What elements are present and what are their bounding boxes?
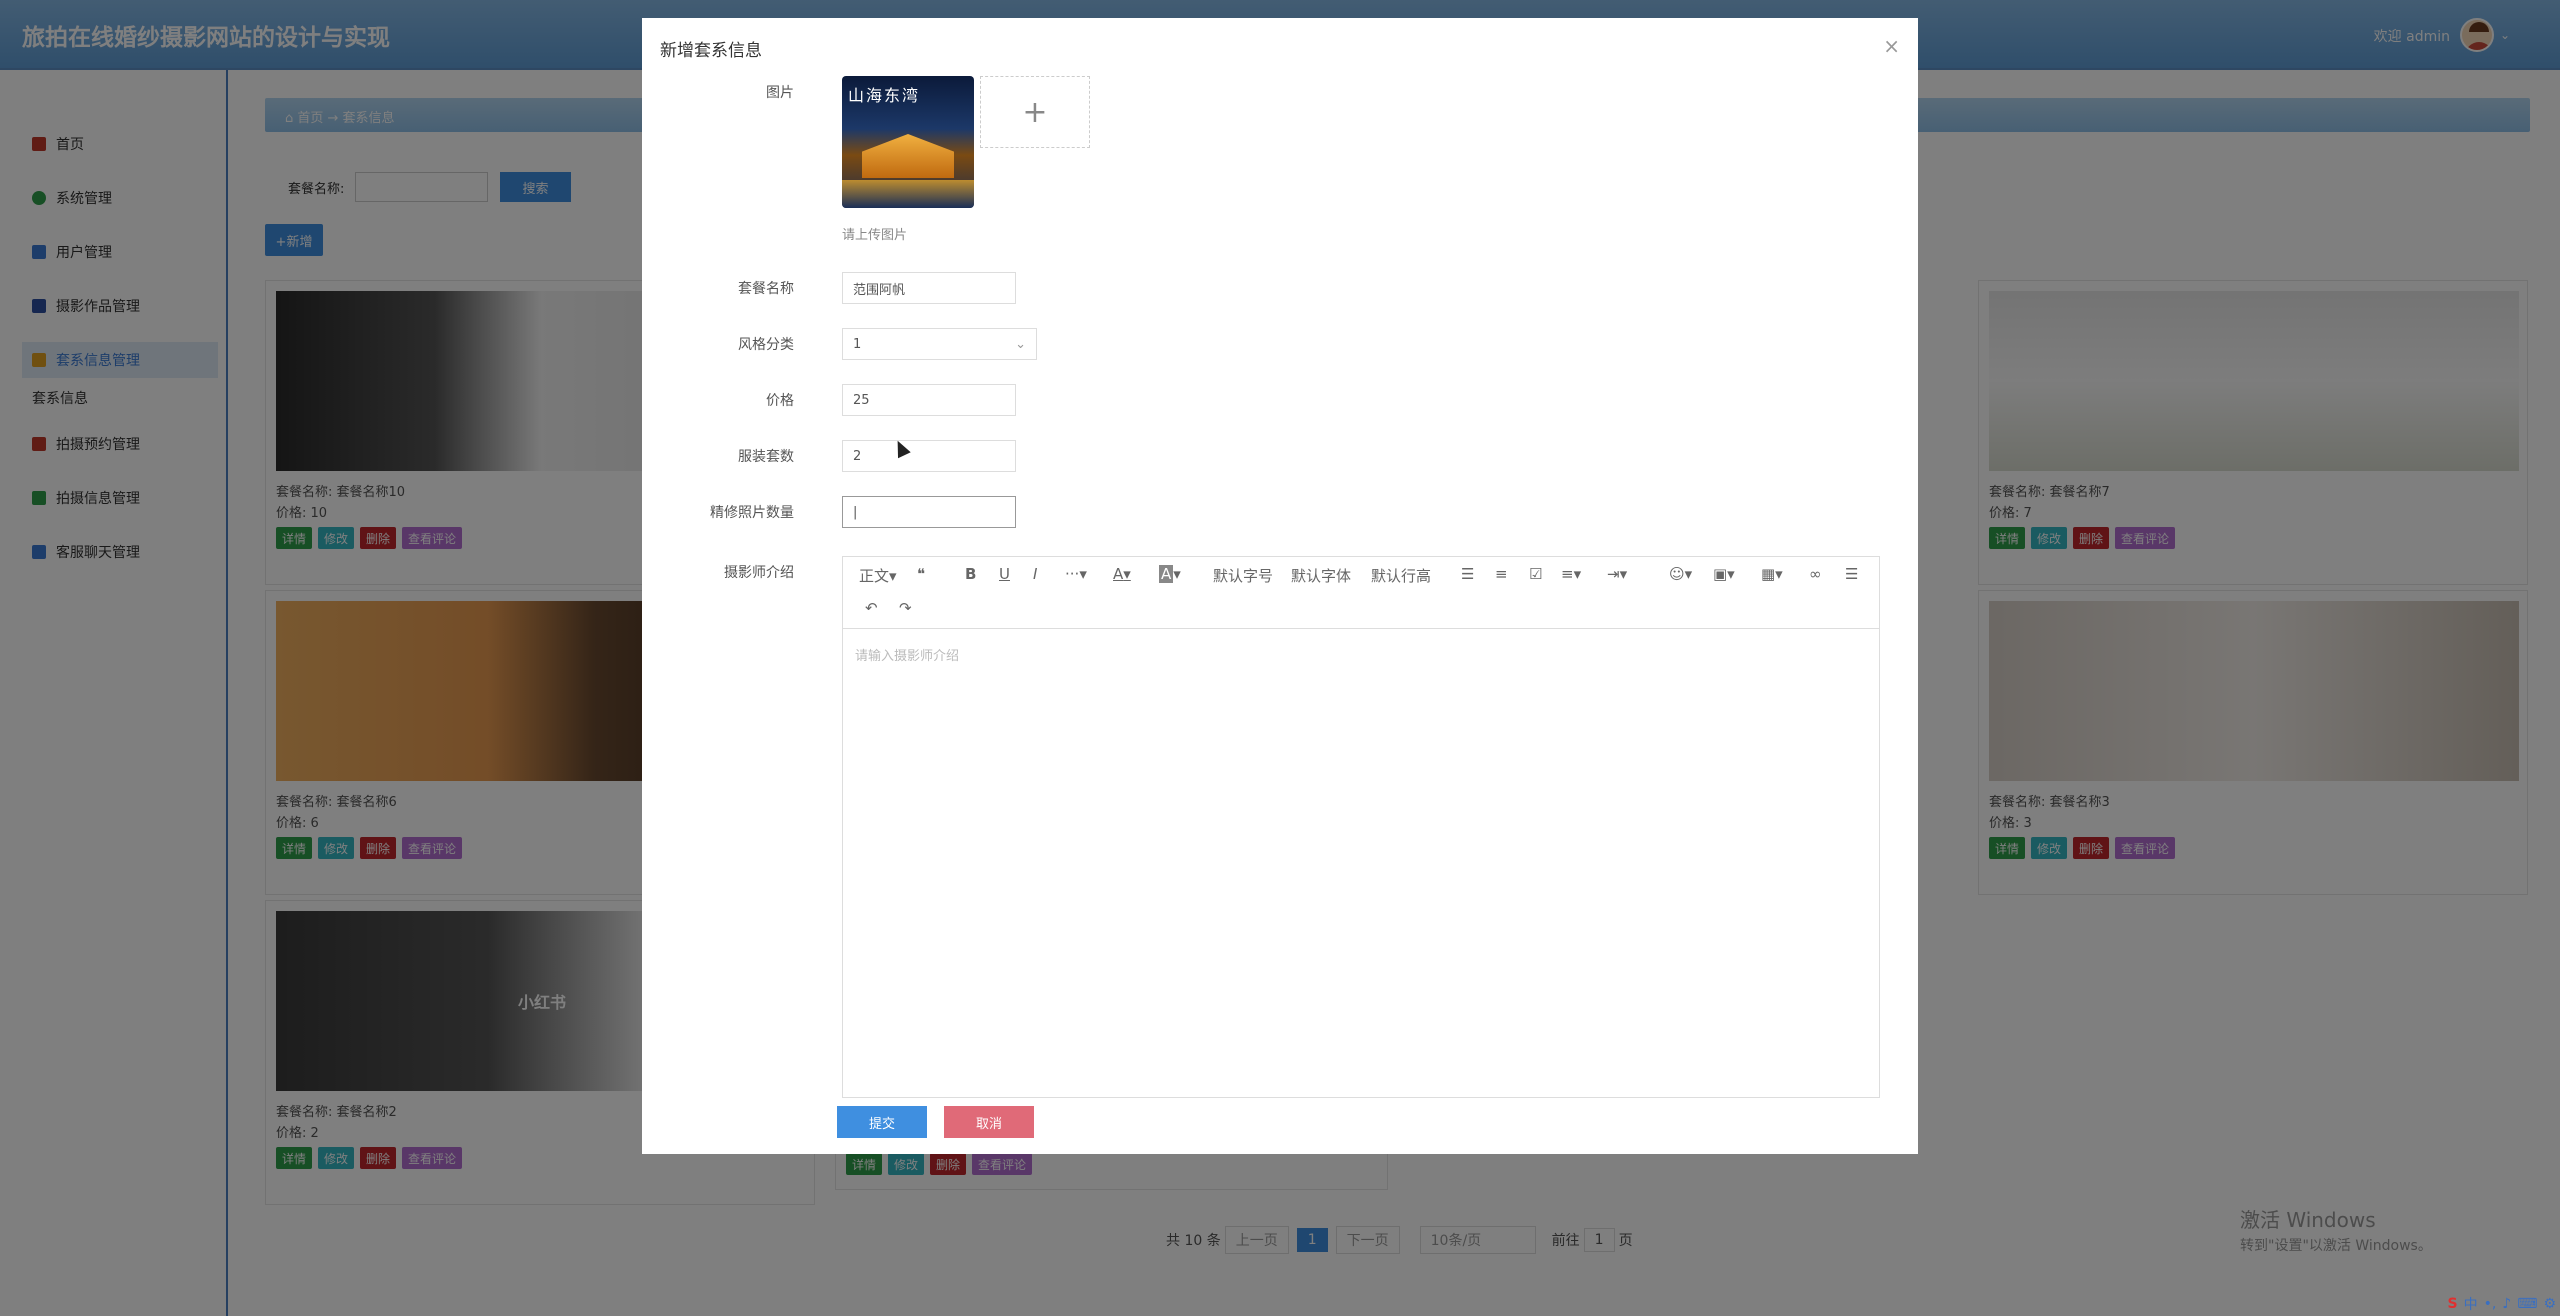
font-color-icon[interactable]: A▾	[1113, 565, 1131, 583]
font-size-select[interactable]: 默认字号	[1213, 565, 1273, 586]
keyboard-icon[interactable]: ⌨	[2517, 1296, 2537, 1312]
line-height-select[interactable]: 默认行高	[1371, 565, 1431, 586]
editor-toolbar: 正文▾ ❝ B U I ···▾ A▾ A ▾ 默认字号 默认字体 默认行高 ☰ …	[843, 557, 1879, 629]
add-package-dialog: 新增套系信息 × 图片 山海东湾 + 请上传图片 套餐名称 范围阿帆 风格分类 …	[642, 18, 1918, 1154]
font-family-select[interactable]: 默认字体	[1291, 565, 1351, 586]
image-label: 图片	[766, 85, 794, 101]
quote-icon[interactable]: ❝	[917, 565, 925, 583]
package-name-input[interactable]: 范围阿帆	[842, 272, 1016, 304]
numbered-list-icon[interactable]: ≡	[1495, 565, 1508, 583]
style-category-select[interactable]: 1 ⌄	[842, 328, 1037, 360]
cancel-button[interactable]: 取消	[944, 1106, 1034, 1138]
italic-icon[interactable]: I	[1033, 565, 1037, 583]
more-label: ···	[1065, 565, 1080, 583]
font-color-label: A	[1113, 565, 1124, 583]
more-menu-icon[interactable]: ☰	[1845, 565, 1858, 583]
settings-icon[interactable]: ⚙	[2543, 1296, 2556, 1312]
image-building	[862, 134, 954, 178]
redo-icon[interactable]: ↷	[899, 599, 912, 617]
undo-icon[interactable]: ↶	[865, 599, 878, 617]
indent-icon[interactable]: ⇥▾	[1607, 565, 1627, 583]
plus-icon: +	[1022, 94, 1048, 130]
close-icon[interactable]: ×	[1883, 34, 1900, 58]
field-label: 风格分类	[738, 337, 794, 353]
editor-label: 摄影师介绍	[724, 565, 794, 581]
field-label: 精修照片数量	[710, 505, 794, 521]
underline-icon[interactable]: U	[999, 565, 1010, 583]
field-label: 套餐名称	[738, 281, 794, 297]
image-insert-icon[interactable]: ▣▾	[1713, 565, 1735, 583]
upload-button[interactable]: +	[980, 76, 1090, 148]
image-caption: 山海东湾	[848, 86, 921, 105]
punctuation-icon[interactable]: •,	[2484, 1296, 2497, 1312]
field-label: 服装套数	[738, 449, 794, 465]
microphone-icon[interactable]: ♪	[2502, 1296, 2511, 1312]
language-icon[interactable]: 中	[2464, 1294, 2478, 1314]
uploaded-image[interactable]: 山海东湾	[842, 76, 974, 208]
ime-icon[interactable]: S	[2447, 1296, 2457, 1312]
price-input[interactable]: 25	[842, 384, 1016, 416]
bg-color-label: A	[1159, 565, 1174, 583]
emoji-icon[interactable]: ☺▾	[1669, 565, 1692, 583]
heading-select[interactable]: 正文▾	[859, 565, 897, 586]
link-icon[interactable]: ∞	[1809, 565, 1822, 583]
system-tray: S 中 •, ♪ ⌨ ⚙	[2447, 1293, 2556, 1315]
chevron-down-icon: ⌄	[1015, 336, 1026, 352]
editor-placeholder[interactable]: 请输入摄影师介绍	[855, 645, 959, 664]
dialog-title: 新增套系信息	[660, 41, 762, 61]
retouched-photos-input[interactable]: |	[842, 496, 1016, 528]
select-value: 1	[853, 336, 862, 352]
upload-hint: 请上传图片	[842, 228, 908, 243]
todo-list-icon[interactable]: ☑	[1529, 565, 1542, 583]
align-icon[interactable]: ≡▾	[1561, 565, 1581, 583]
submit-button[interactable]: 提交	[837, 1106, 927, 1138]
image-water	[842, 180, 974, 208]
bg-color-icon[interactable]: A ▾	[1159, 565, 1181, 583]
bullet-list-icon[interactable]: ☰	[1461, 565, 1474, 583]
more-styles-icon[interactable]: ···▾	[1065, 565, 1087, 583]
bold-icon[interactable]: B	[965, 565, 976, 583]
table-icon[interactable]: ▦▾	[1761, 565, 1783, 583]
field-label: 价格	[766, 393, 794, 409]
heading-label: 正文	[859, 567, 890, 585]
outfit-count-input[interactable]: 2	[842, 440, 1016, 472]
rich-text-editor: 正文▾ ❝ B U I ···▾ A▾ A ▾ 默认字号 默认字体 默认行高 ☰ …	[842, 556, 1880, 1098]
